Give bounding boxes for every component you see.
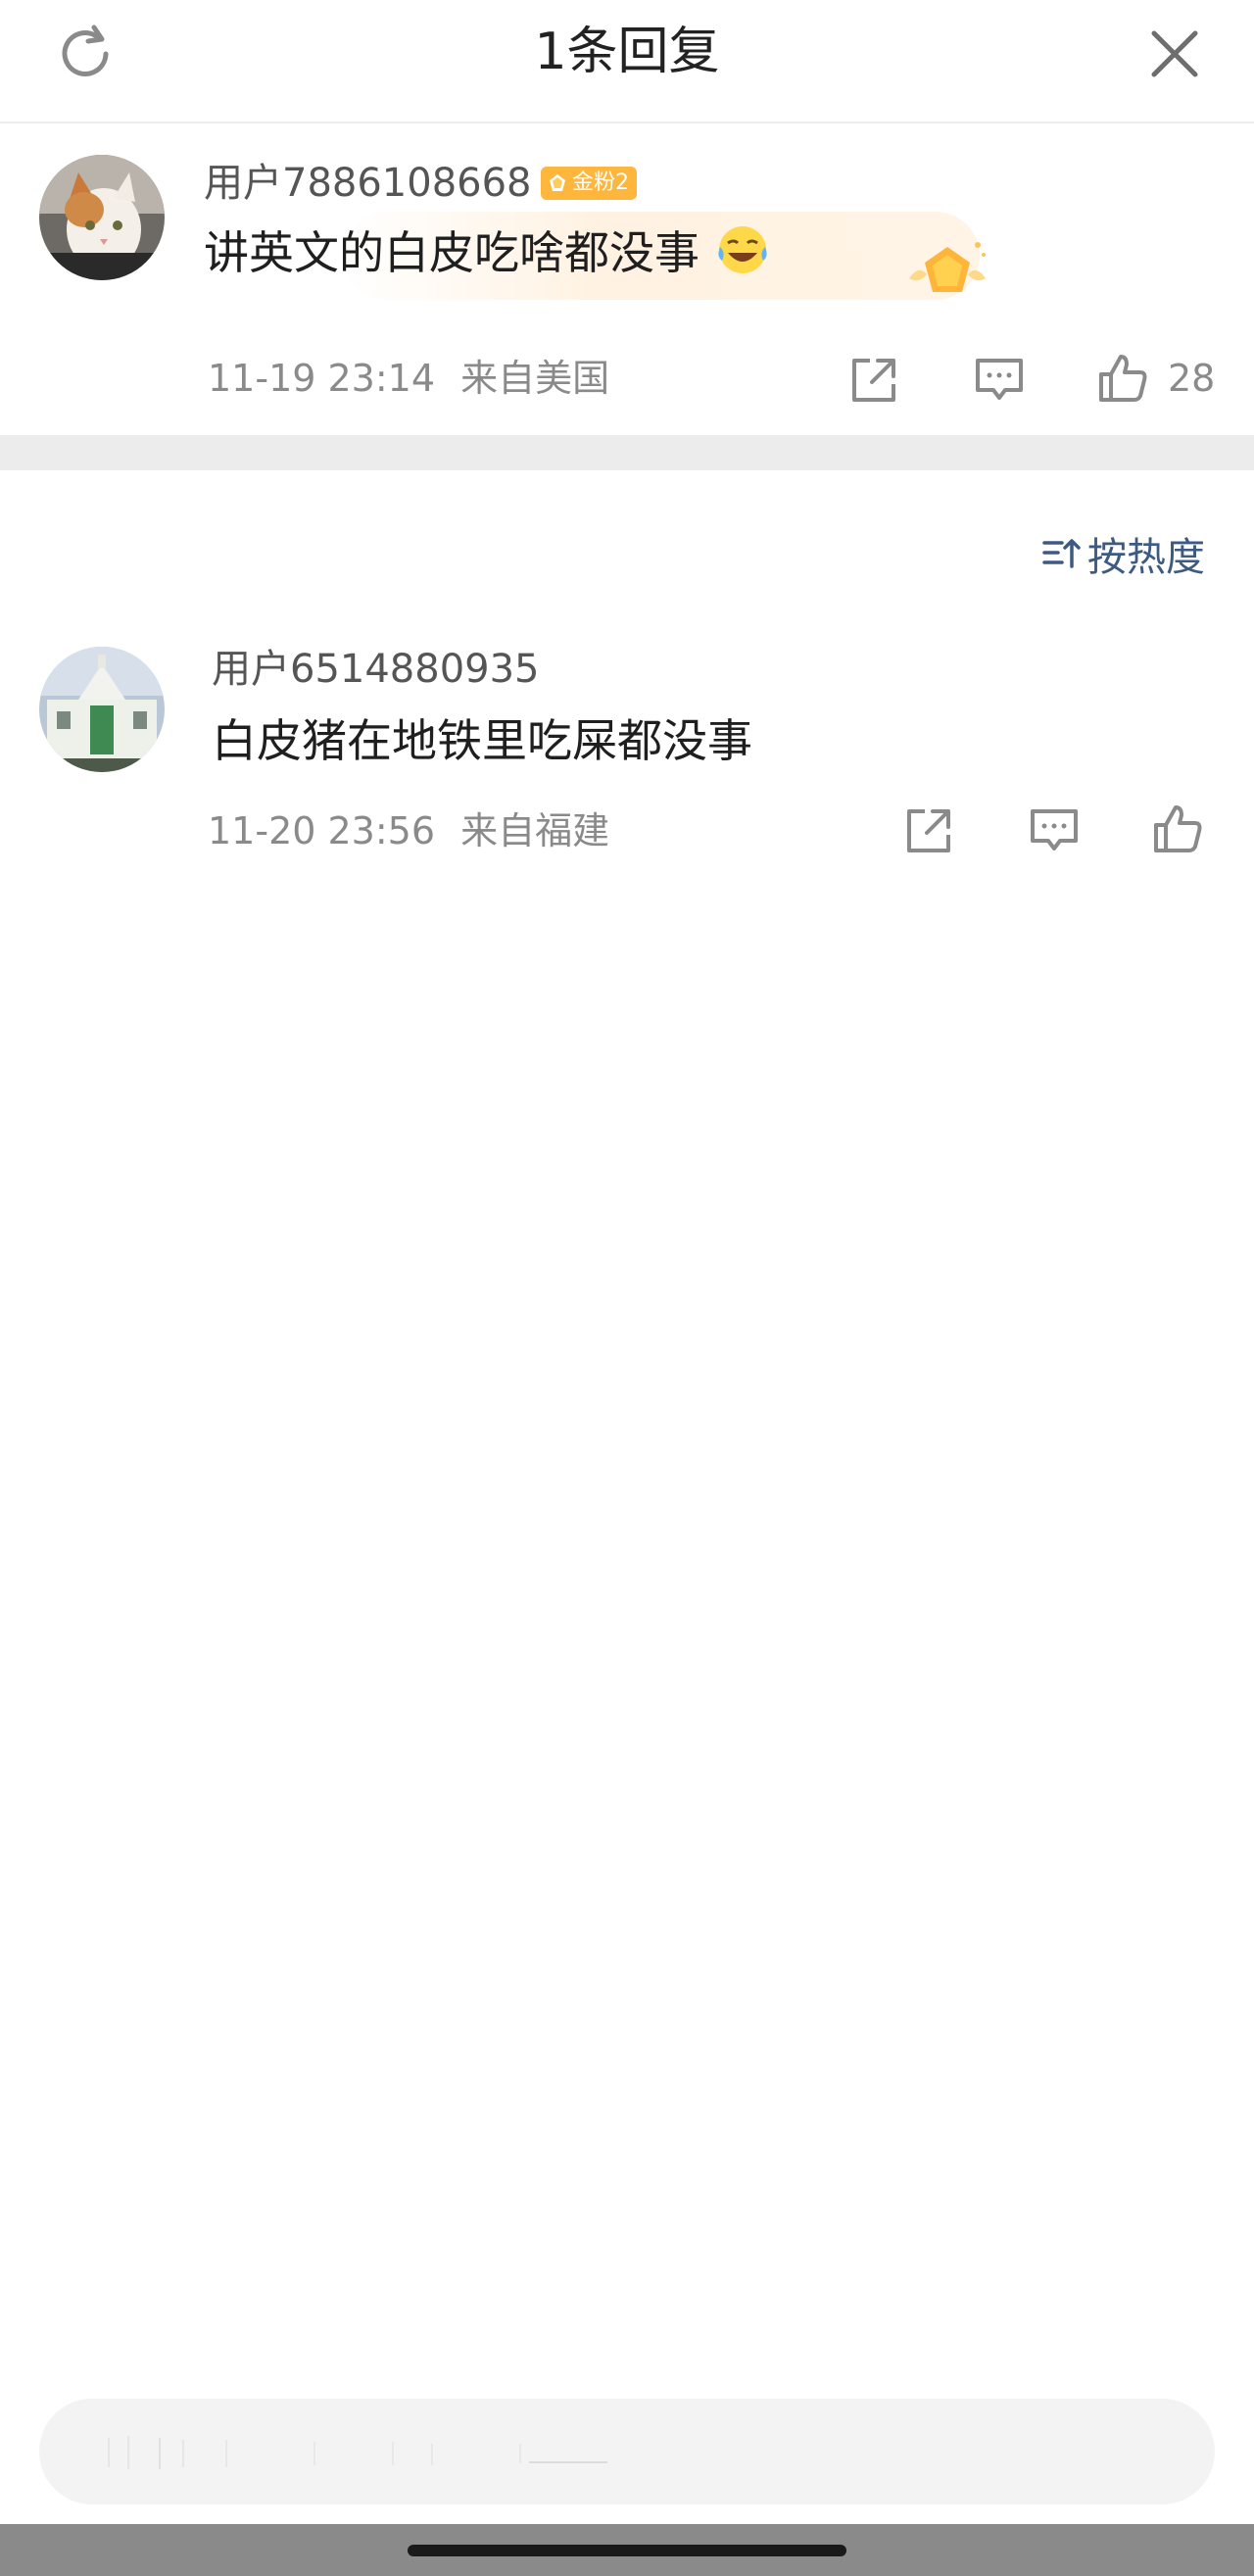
comment-meta: 11-19 23:14 来自美国	[208, 355, 609, 402]
comment-input[interactable]	[39, 2399, 1215, 2504]
avatar[interactable]	[39, 155, 165, 280]
reply-share-icon[interactable]	[903, 805, 954, 856]
close-icon[interactable]	[1140, 20, 1209, 88]
laugh-cry-emoji-icon	[718, 226, 767, 273]
comment-text: 讲英文的白皮吃啥都没事	[204, 221, 771, 282]
reply-avatar[interactable]	[39, 647, 165, 772]
reply-text: 白皮猪在地铁里吃屎都没事	[212, 714, 752, 767]
fan-badge: 金粉2	[541, 167, 637, 200]
reply-username[interactable]: 用户6514880935	[212, 645, 540, 694]
gem-icon	[550, 174, 565, 191]
comment-location: 来自美国	[460, 357, 610, 400]
comment-time: 11-19 23:14	[208, 357, 436, 400]
share-icon[interactable]	[848, 355, 899, 406]
reply-comment-icon[interactable]	[1027, 805, 1082, 856]
sort-label: 按热度	[1087, 535, 1205, 580]
cat-avatar-icon	[39, 155, 165, 280]
username[interactable]: 用户7886108668	[204, 159, 532, 208]
reply-time: 11-20 23:56	[208, 809, 436, 852]
section-divider	[0, 435, 1254, 470]
input-placeholder-graphic	[108, 2436, 607, 2469]
reply-like-icon[interactable]	[1150, 802, 1205, 856]
like-icon[interactable]	[1095, 351, 1150, 406]
sort-icon	[1042, 539, 1081, 568]
reply-icon[interactable]	[972, 355, 1027, 406]
home-indicator[interactable]	[408, 2545, 846, 2556]
fan-badge-label: 金粉2	[572, 170, 629, 195]
sort-toggle[interactable]: 按热度	[1040, 529, 1205, 580]
medal-icon	[909, 242, 986, 292]
comment-text-body: 讲英文的白皮吃啥都没事	[204, 226, 699, 279]
reply-meta: 11-20 23:56 来自福建	[208, 807, 609, 854]
building-avatar-icon	[39, 647, 165, 772]
like-count: 28	[1168, 357, 1216, 400]
page-title: 1条回复	[534, 23, 720, 81]
reply-location: 来自福建	[460, 809, 610, 852]
header: 1条回复	[0, 0, 1254, 123]
